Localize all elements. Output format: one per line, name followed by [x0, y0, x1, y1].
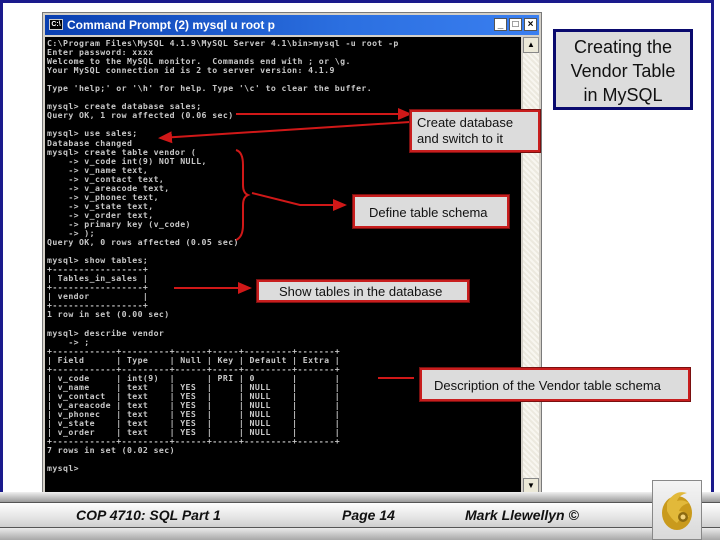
- callout-create-database-line-1: Create database: [417, 115, 514, 130]
- footer-page-number: Page 14: [342, 507, 395, 523]
- minimize-button[interactable]: _: [494, 18, 507, 31]
- footer-author: Mark Llewellyn ©: [465, 507, 579, 523]
- scroll-up-button[interactable]: ▲: [523, 37, 539, 53]
- callout-create-database: Create database and switch to it: [410, 110, 540, 152]
- slide-title-line-2: Vendor Table: [570, 61, 676, 81]
- pegasus-logo-icon: [662, 492, 692, 530]
- footer-band-top: [0, 492, 720, 503]
- close-button[interactable]: ×: [524, 18, 537, 31]
- callout-create-database-line-2: and switch to it: [417, 131, 503, 146]
- window-title: Command Prompt (2) mysql u root p: [67, 18, 276, 32]
- console-text: C:\Program Files\MySQL 4.1.9\MySQL Serve…: [47, 38, 399, 474]
- logo-box: [652, 480, 702, 540]
- console-app-icon: C:\: [49, 19, 63, 30]
- callout-show-tables: Show tables in the database: [257, 280, 469, 302]
- footer-band-bottom: [0, 528, 720, 540]
- console-output[interactable]: C:\Program Files\MySQL 4.1.9\MySQL Serve…: [45, 37, 521, 494]
- footer-course: COP 4710: SQL Part 1: [76, 507, 221, 523]
- maximize-button[interactable]: □: [509, 18, 522, 31]
- slide-title: Creating the Vendor Table in MySQL: [553, 29, 693, 110]
- callout-describe-vendor: Description of the Vendor table schema: [420, 368, 690, 401]
- callout-define-schema: Define table schema: [353, 195, 509, 228]
- window-titlebar[interactable]: C:\ Command Prompt (2) mysql u root p _ …: [45, 15, 539, 35]
- vertical-scrollbar[interactable]: ▲ ▼: [523, 37, 539, 494]
- command-prompt-window[interactable]: C:\ Command Prompt (2) mysql u root p _ …: [42, 12, 542, 496]
- slide-title-line-1: Creating the: [573, 37, 673, 57]
- slide-title-line-3: in MySQL: [583, 85, 663, 105]
